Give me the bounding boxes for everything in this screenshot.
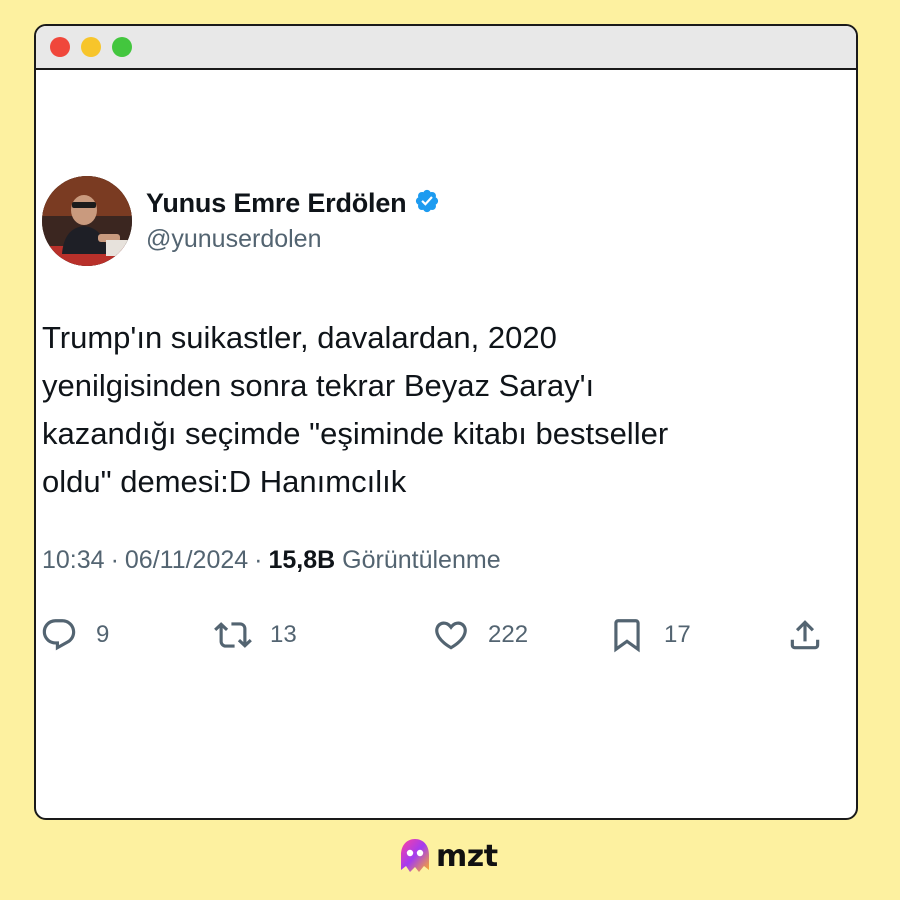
views-label: Görüntülenme: [342, 546, 501, 574]
ghost-logo-icon: [401, 839, 429, 872]
reply-count: 9: [96, 621, 110, 648]
close-window-dot[interactable]: [50, 37, 70, 57]
reply-button[interactable]: 9: [40, 616, 109, 654]
tweet-date[interactable]: 06/11/2024: [125, 546, 248, 575]
meta-separator: ·: [254, 546, 263, 574]
tweet-time[interactable]: 10:34: [42, 546, 105, 575]
heart-icon: [435, 621, 467, 650]
author-handle[interactable]: @yunuserdolen: [146, 225, 440, 254]
tweet-header: Yunus Emre Erdölen @yunuserdolen: [42, 176, 864, 266]
minimize-window-dot[interactable]: [81, 37, 101, 57]
retweet-count: 13: [270, 621, 297, 648]
like-button[interactable]: 222: [432, 616, 528, 654]
reply-icon: [42, 619, 76, 651]
bookmark-icon: [614, 619, 640, 653]
bookmark-button[interactable]: 17: [608, 616, 691, 654]
avatar[interactable]: [42, 176, 132, 266]
retweet-button[interactable]: 13: [214, 616, 297, 654]
views-count: 15,8B: [268, 546, 336, 574]
window-titlebar: [36, 26, 856, 70]
author-info: Yunus Emre Erdölen @yunuserdolen: [146, 188, 440, 254]
author-name[interactable]: Yunus Emre Erdölen: [146, 188, 407, 219]
tweet-text: Trump'ın suikastler, davalardan, 2020 ye…: [42, 320, 669, 499]
brand-logo: mzt: [398, 836, 498, 876]
verified-badge-icon: [414, 188, 440, 219]
share-icon: [790, 620, 820, 650]
brand-logo-text: mzt: [436, 838, 498, 874]
share-button[interactable]: [786, 616, 824, 654]
maximize-window-dot[interactable]: [112, 37, 132, 57]
avatar-photo-icon: [42, 176, 132, 266]
tweet-card: Yunus Emre Erdölen @yunuserdolen Trump'ı…: [42, 176, 864, 575]
tweet-meta: 10:34 · 06/11/2024 · 15,8B Görüntülenme: [42, 546, 864, 575]
retweet-icon: [214, 622, 252, 648]
bookmark-count: 17: [664, 621, 691, 648]
tweet-actions: 9 13 222 17: [40, 616, 820, 662]
like-count: 222: [488, 621, 529, 648]
meta-separator: ·: [110, 546, 119, 574]
